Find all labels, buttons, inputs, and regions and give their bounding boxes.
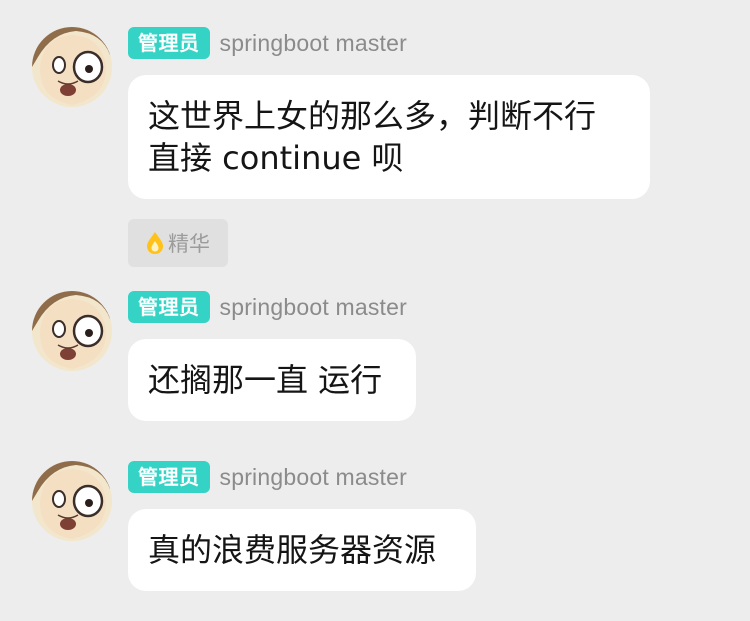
avatar-image bbox=[32, 291, 112, 371]
avatar-image bbox=[32, 461, 112, 541]
message-text-line: 这世界上女的那么多，判断不行 bbox=[148, 97, 597, 135]
avatar-image bbox=[32, 27, 112, 107]
admin-badge: 管理员 bbox=[128, 291, 210, 323]
flame-drop-icon bbox=[147, 232, 163, 254]
message-bubble[interactable]: 还搁那一直 运行 bbox=[128, 339, 416, 421]
message-header: 管理员 springboot master bbox=[128, 461, 407, 493]
admin-badge: 管理员 bbox=[128, 461, 210, 493]
message-header: 管理员 springboot master bbox=[128, 27, 407, 59]
message-text-line: 直接 continue 呗 bbox=[148, 139, 404, 177]
avatar[interactable] bbox=[32, 27, 112, 107]
avatar[interactable] bbox=[32, 461, 112, 541]
admin-badge: 管理员 bbox=[128, 27, 210, 59]
message-header: 管理员 springboot master bbox=[128, 291, 407, 323]
highlight-tag-label: 精华 bbox=[168, 232, 210, 256]
username[interactable]: springboot master bbox=[220, 464, 408, 491]
username[interactable]: springboot master bbox=[220, 294, 408, 321]
avatar[interactable] bbox=[32, 291, 112, 371]
message-bubble[interactable]: 这世界上女的那么多，判断不行 直接 continue 呗 bbox=[128, 75, 650, 199]
chat-thread: 管理员 springboot master 这世界上女的那么多，判断不行 直接 … bbox=[0, 0, 750, 621]
message-bubble[interactable]: 真的浪费服务器资源 bbox=[128, 509, 476, 591]
highlight-tag[interactable]: 精华 bbox=[128, 219, 228, 267]
username[interactable]: springboot master bbox=[220, 30, 408, 57]
